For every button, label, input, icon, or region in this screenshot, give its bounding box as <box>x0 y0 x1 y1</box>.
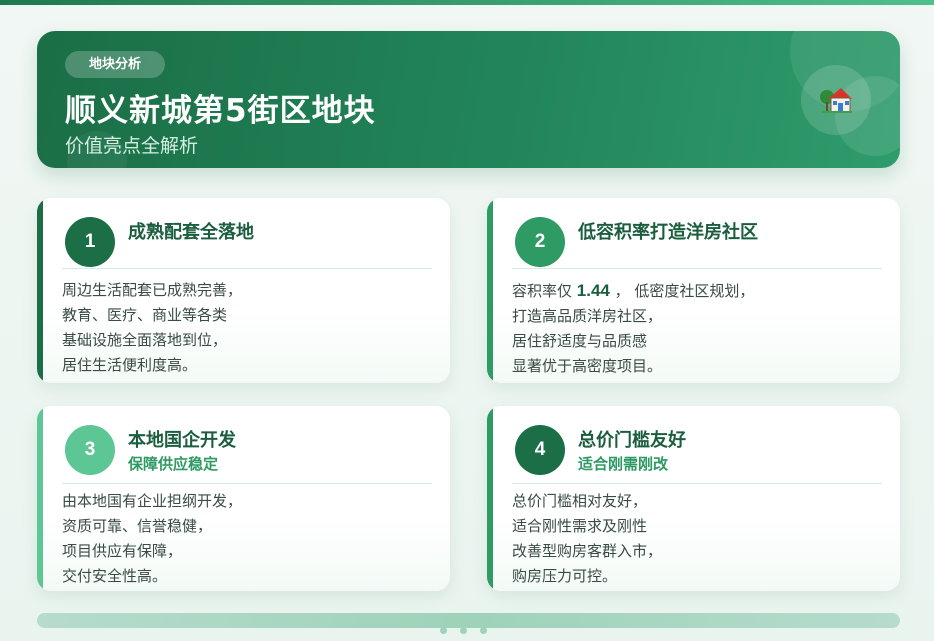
card-line: 居住舒适度与品质感 <box>512 332 648 350</box>
card-line: 周边生活配套已成熟完善， <box>62 281 243 299</box>
card-line: 打造高品质洋房社区， <box>512 307 663 325</box>
card-subtitle: 适合刚需刚改 <box>578 455 669 473</box>
card-line: 改善型购房客群入市， <box>512 542 663 560</box>
card-line: 适合刚性需求及刚性 <box>512 517 648 535</box>
card-line: 总价门槛相对友好， <box>512 492 648 510</box>
card-line: 容积率仅 1.44 ， 低密度社区规划， <box>512 278 882 304</box>
feature-card-1: 1 成熟配套全落地 周边生活配套已成熟完善， 教育、医疗、商业等各类 基础设施全… <box>37 198 450 383</box>
ratio-suffix: ， 低密度社区规划， <box>609 282 755 300</box>
card-line: 购房压力可控。 <box>512 567 618 585</box>
floor-area-ratio-value: 1.44 <box>576 281 610 300</box>
bottom-decor-bar <box>37 613 900 628</box>
ratio-prefix: 容积率仅 <box>512 282 577 300</box>
card-accent-bar <box>37 406 43 591</box>
card-line: 项目供应有保障， <box>62 542 183 560</box>
page-dot[interactable] <box>460 627 467 634</box>
divider <box>512 268 882 269</box>
house-icon <box>801 65 871 135</box>
card-title: 成熟配套全落地 <box>128 222 254 243</box>
divider <box>62 268 432 269</box>
card-line: 基础设施全面落地到位， <box>62 331 228 349</box>
feature-card-2: 2 低容积率打造洋房社区 容积率仅 1.44 ， 低密度社区规划， 打造高品质洋… <box>487 198 900 383</box>
page-title: 顺义新城第5街区地块 <box>65 93 376 129</box>
card-number-badge: 1 <box>65 217 115 267</box>
page-dot[interactable] <box>440 627 447 634</box>
card-number-badge: 3 <box>65 425 115 475</box>
card-title: 本地国企开发 <box>128 430 236 451</box>
card-line: 显著优于高密度项目。 <box>512 357 663 375</box>
card-subtitle: 保障供应稳定 <box>128 455 219 473</box>
card-line: 居住生活便利度高。 <box>62 356 198 374</box>
page-dot[interactable] <box>480 627 487 634</box>
category-tag: 地块分析 <box>65 51 166 78</box>
card-number-badge: 2 <box>515 217 565 267</box>
card-line: 教育、医疗、商业等各类 <box>62 306 228 324</box>
feature-card-3: 3 本地国企开发 保障供应稳定 由本地国有企业担纲开发， 资质可靠、信誉稳健， … <box>37 406 450 591</box>
hero-banner: 地块分析 顺义新城第5街区地块 价值亮点全解析 <box>37 31 900 168</box>
card-body: 由本地国有企业担纲开发， 资质可靠、信誉稳健， 项目供应有保障， 交付安全性高。 <box>62 489 432 589</box>
pagination-dots <box>440 627 487 634</box>
card-accent-bar <box>487 406 493 591</box>
card-accent-bar <box>487 198 493 383</box>
card-number-badge: 4 <box>515 425 565 475</box>
card-title: 低容积率打造洋房社区 <box>578 222 758 243</box>
card-body: 容积率仅 1.44 ， 低密度社区规划， 打造高品质洋房社区， 居住舒适度与品质… <box>512 278 882 379</box>
feature-card-4: 4 总价门槛友好 适合刚需刚改 总价门槛相对友好， 适合刚性需求及刚性 改善型购… <box>487 406 900 591</box>
card-line: 资质可靠、信誉稳健， <box>62 517 213 535</box>
divider <box>62 483 432 484</box>
divider <box>512 483 882 484</box>
card-body: 周边生活配套已成熟完善， 教育、医疗、商业等各类 基础设施全面落地到位， 居住生… <box>62 278 432 378</box>
card-line: 交付安全性高。 <box>62 567 168 585</box>
card-title: 总价门槛友好 <box>578 430 686 451</box>
card-line: 由本地国有企业担纲开发， <box>62 492 243 510</box>
card-accent-bar <box>37 198 43 383</box>
page-subtitle: 价值亮点全解析 <box>65 135 199 157</box>
top-accent-strip <box>0 0 934 5</box>
card-body: 总价门槛相对友好， 适合刚性需求及刚性 改善型购房客群入市， 购房压力可控。 <box>512 489 882 589</box>
